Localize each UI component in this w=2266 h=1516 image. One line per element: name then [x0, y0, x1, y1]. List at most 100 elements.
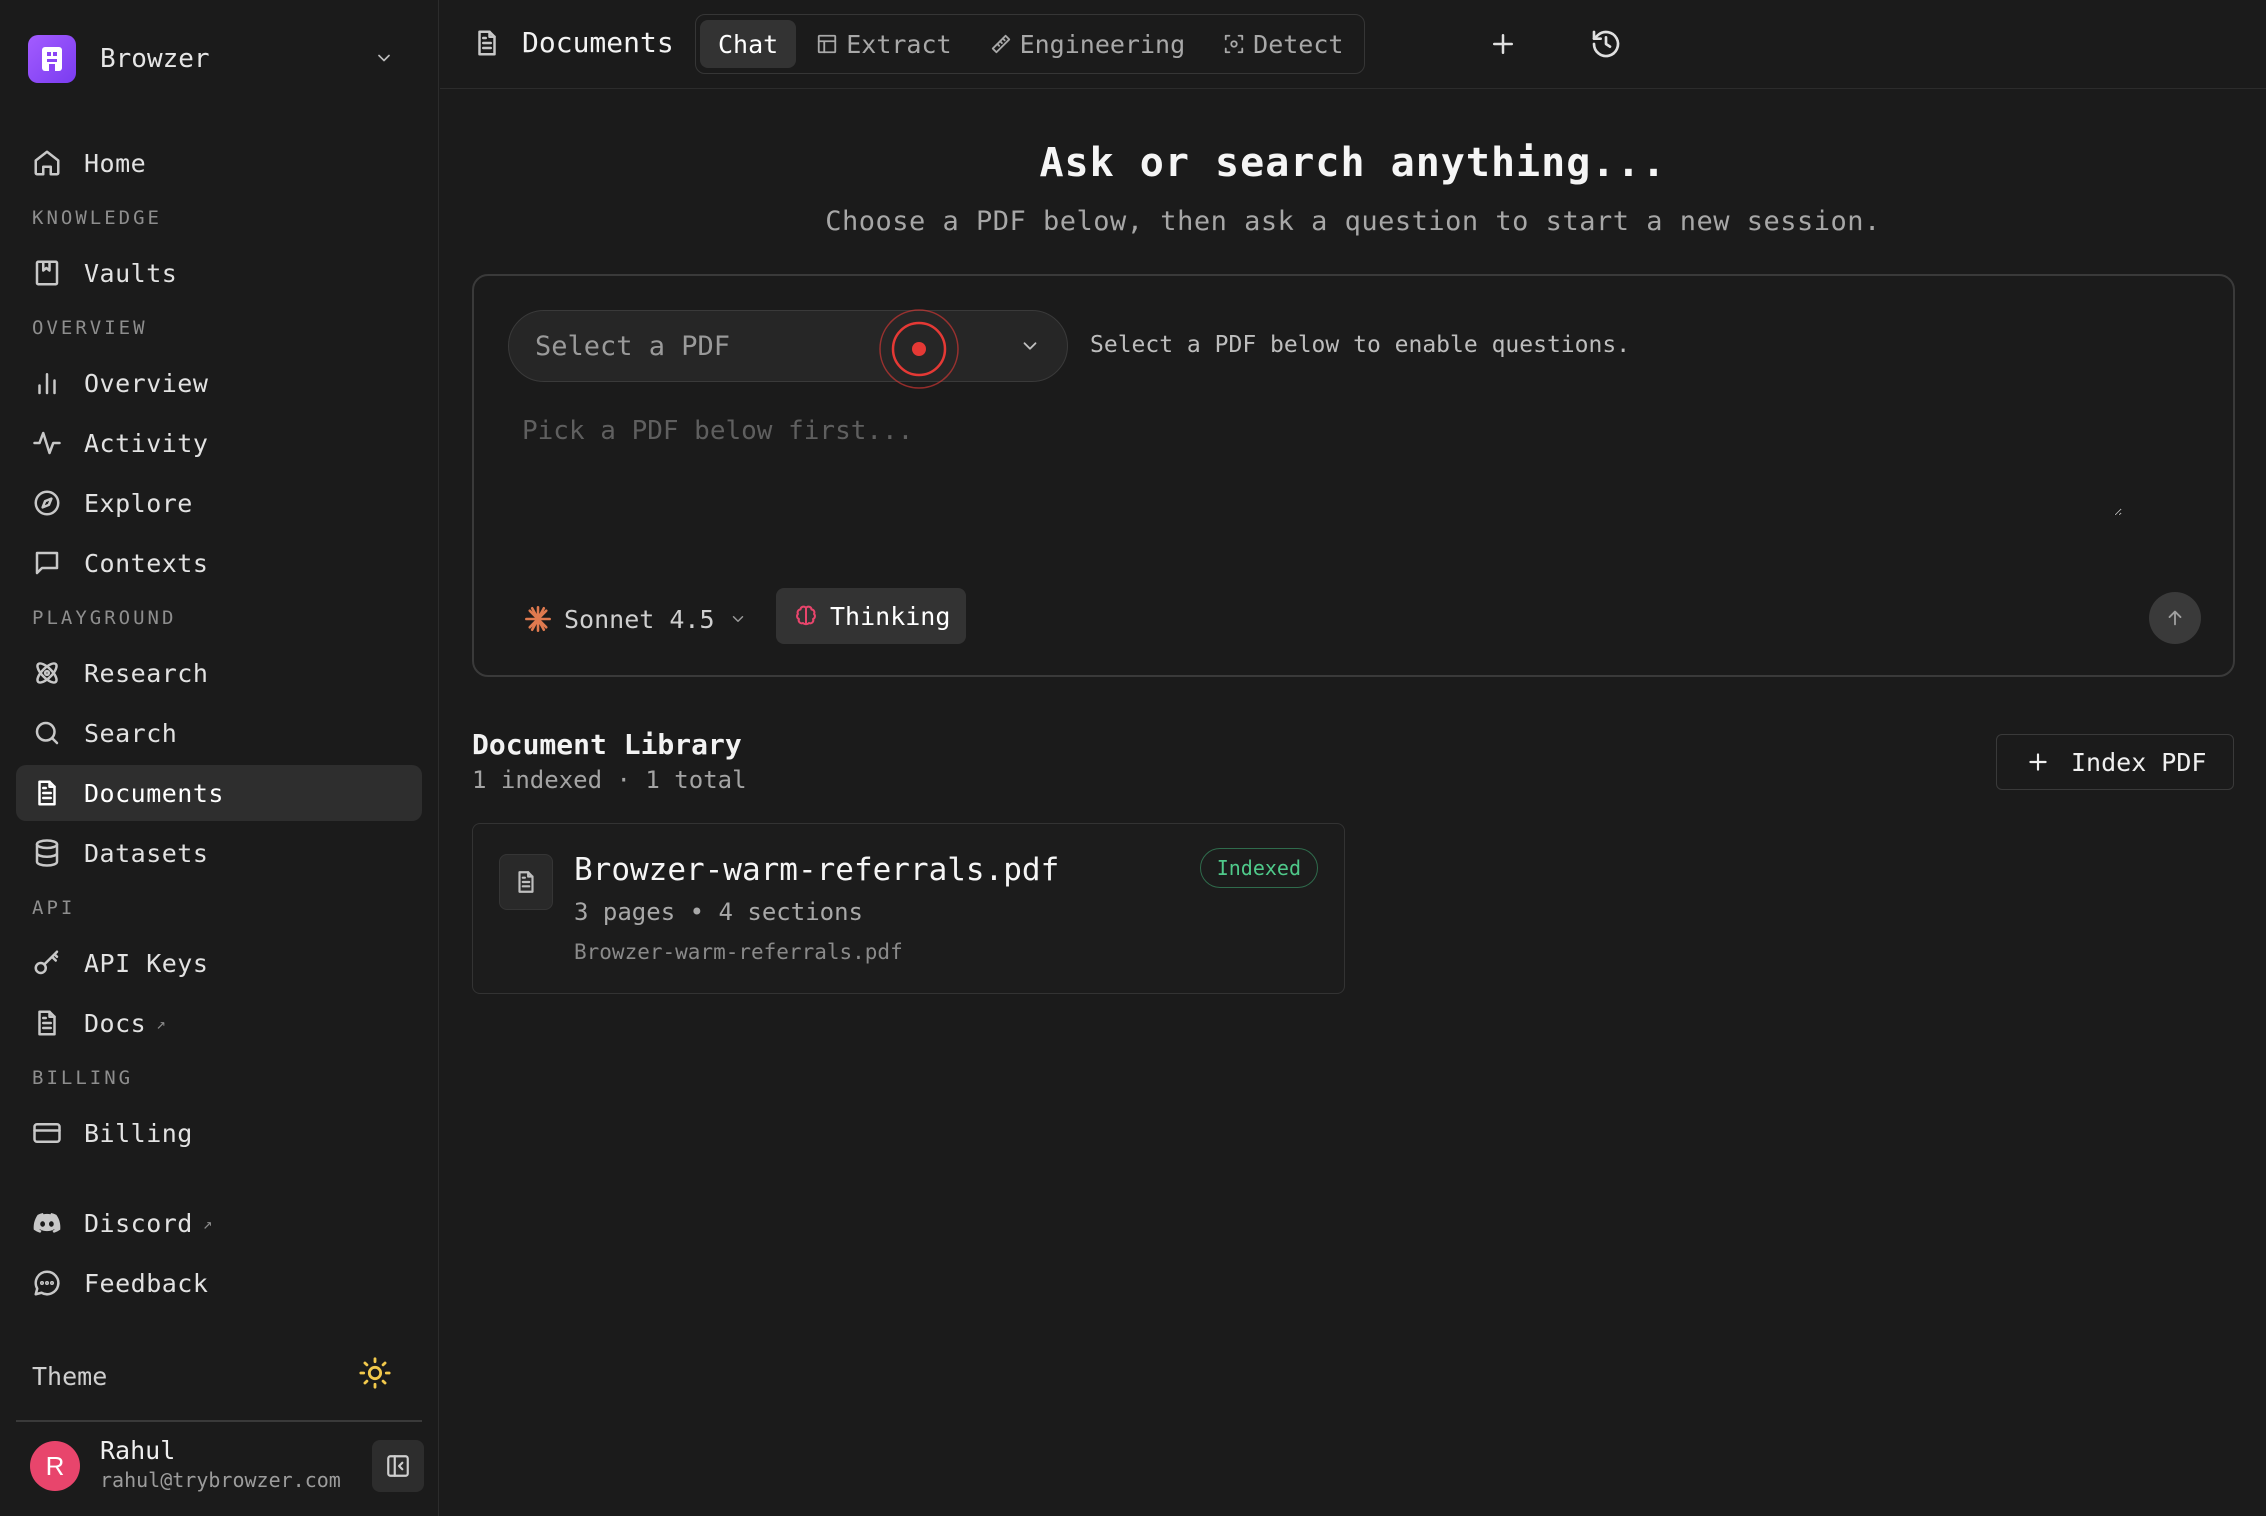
sidebar-item-label: Research	[84, 658, 209, 688]
sidebar-item-label: Discord	[84, 1208, 193, 1238]
index-pdf-label: Index PDF	[2071, 747, 2207, 777]
sidebar-item-label: Docs	[84, 1008, 147, 1038]
page-title: Documents	[522, 26, 674, 59]
sidebar-item-discord[interactable]: Discord ↗	[16, 1195, 422, 1251]
index-pdf-button[interactable]: Index PDF	[1996, 734, 2234, 790]
sidebar-item-billing[interactable]: Billing	[16, 1105, 422, 1161]
tab-label: Detect	[1253, 29, 1344, 59]
sidebar-item-research[interactable]: Research	[16, 645, 422, 701]
file-text-icon	[513, 869, 539, 895]
sidebar-item-docs[interactable]: Docs ↗	[16, 995, 422, 1051]
sidebar-item-api-keys[interactable]: API Keys	[16, 935, 422, 991]
sidebar-item-contexts[interactable]: Contexts	[16, 535, 422, 591]
sidebar-item-overview[interactable]: Overview	[16, 355, 422, 411]
model-selector[interactable]: Sonnet 4.5	[524, 594, 747, 644]
scan-icon	[1223, 33, 1245, 55]
tab-detect[interactable]: Detect	[1205, 20, 1361, 68]
theme-label: Theme	[32, 1361, 108, 1391]
home-icon	[32, 148, 62, 178]
select-hint: Select a PDF below to enable questions.	[1090, 332, 1631, 358]
hero-title: Ask or search anything...	[1039, 140, 1667, 186]
brain-icon	[794, 604, 818, 628]
sidebar-item-explore[interactable]: Explore	[16, 475, 422, 531]
sun-icon[interactable]	[358, 1356, 392, 1390]
sidebar-item-label: API Keys	[84, 948, 209, 978]
book-icon	[32, 258, 62, 288]
sidebar-item-label: Home	[84, 148, 147, 178]
sidebar-item-label: Explore	[84, 488, 193, 518]
tab-engineering[interactable]: Engineering	[972, 20, 1204, 68]
user-profile[interactable]: R Rahul rahul@trybrowzer.com	[30, 1436, 424, 1500]
tab-label: Extract	[846, 29, 952, 59]
chevron-down-icon	[1019, 335, 1041, 357]
sidebar-item-datasets[interactable]: Datasets	[16, 825, 422, 881]
ruler-icon	[990, 33, 1012, 55]
new-session-button[interactable]	[1483, 24, 1523, 64]
model-name: Sonnet 4.5	[564, 604, 715, 634]
message-square-icon	[32, 548, 62, 578]
plus-icon	[2025, 749, 2051, 775]
tab-label: Chat	[718, 29, 779, 59]
plus-icon	[1488, 29, 1518, 59]
document-card[interactable]: Browzer-warm-referrals.pdf 3 pages • 4 s…	[472, 823, 1345, 994]
sidebar-item-label: Vaults	[84, 258, 178, 288]
section-label-billing: BILLING	[32, 1067, 134, 1089]
sidebar-item-activity[interactable]: Activity	[16, 415, 422, 471]
section-label-api: API	[32, 897, 76, 919]
thinking-label: Thinking	[830, 601, 951, 631]
sidebar-item-label: Search	[84, 718, 178, 748]
sidebar-item-search[interactable]: Search	[16, 705, 422, 761]
section-label-overview: OVERVIEW	[32, 317, 148, 339]
anthropic-sparkle-icon	[524, 605, 552, 633]
activity-icon	[32, 428, 62, 458]
target-marker-icon	[879, 309, 959, 389]
atom-icon	[32, 658, 62, 688]
send-button[interactable]	[2149, 592, 2201, 644]
tab-chat[interactable]: Chat	[700, 20, 797, 68]
user-name: Rahul	[100, 1436, 176, 1465]
document-name: Browzer-warm-referrals.pdf	[574, 852, 1060, 888]
user-email: rahul@trybrowzer.com	[100, 1468, 341, 1492]
chevron-down-icon	[729, 610, 747, 628]
key-icon	[32, 948, 62, 978]
workspace-name: Browzer	[100, 44, 210, 74]
library-title: Document Library	[472, 728, 742, 761]
workspace-switcher[interactable]: Browzer	[28, 34, 428, 84]
sidebar-item-vaults[interactable]: Vaults	[16, 245, 422, 301]
hero-subtitle: Choose a PDF below, then ask a question …	[825, 206, 1881, 237]
chevron-down-icon	[374, 48, 394, 68]
sidebar-item-label: Contexts	[84, 548, 209, 578]
document-icon-box	[499, 854, 553, 910]
table-icon	[816, 33, 838, 55]
document-meta: 3 pages • 4 sections	[574, 898, 863, 926]
thinking-toggle[interactable]: Thinking	[776, 588, 966, 644]
pdf-select[interactable]: Select a PDF	[508, 309, 1068, 389]
tab-label: Engineering	[1019, 29, 1186, 59]
sidebar-item-feedback[interactable]: Feedback	[16, 1255, 422, 1311]
credit-card-icon	[32, 1118, 62, 1148]
sidebar-item-documents[interactable]: Documents	[16, 765, 422, 821]
arrow-up-icon	[2164, 607, 2186, 629]
bar-chart-icon	[32, 368, 62, 398]
sidebar-item-label: Billing	[84, 1118, 193, 1148]
section-label-knowledge: KNOWLEDGE	[32, 207, 162, 229]
document-filename: Browzer-warm-referrals.pdf	[574, 940, 903, 964]
breadcrumb: Documents	[472, 26, 674, 59]
browzer-logo-icon	[28, 35, 76, 83]
file-text-icon	[472, 28, 502, 58]
sidebar-divider	[16, 1420, 422, 1422]
question-input[interactable]	[522, 416, 2122, 516]
topbar: Documents Chat Extract Engineering Detec…	[440, 0, 2266, 89]
database-icon	[32, 838, 62, 868]
section-label-playground: PLAYGROUND	[32, 607, 177, 629]
tab-extract[interactable]: Extract	[798, 20, 969, 68]
pdf-select-placeholder: Select a PDF	[535, 330, 731, 362]
sidebar: Browzer Home KNOWLEDGE Vaults OVERVIEW O…	[0, 0, 439, 1516]
library-summary: 1 indexed · 1 total	[472, 766, 747, 794]
file-text-icon	[32, 778, 62, 808]
collapse-sidebar-button[interactable]	[372, 1440, 424, 1492]
sidebar-item-home[interactable]: Home	[16, 135, 422, 191]
history-button[interactable]	[1586, 24, 1626, 64]
sidebar-item-label: Activity	[84, 428, 209, 458]
external-link-icon: ↗	[156, 1013, 166, 1033]
